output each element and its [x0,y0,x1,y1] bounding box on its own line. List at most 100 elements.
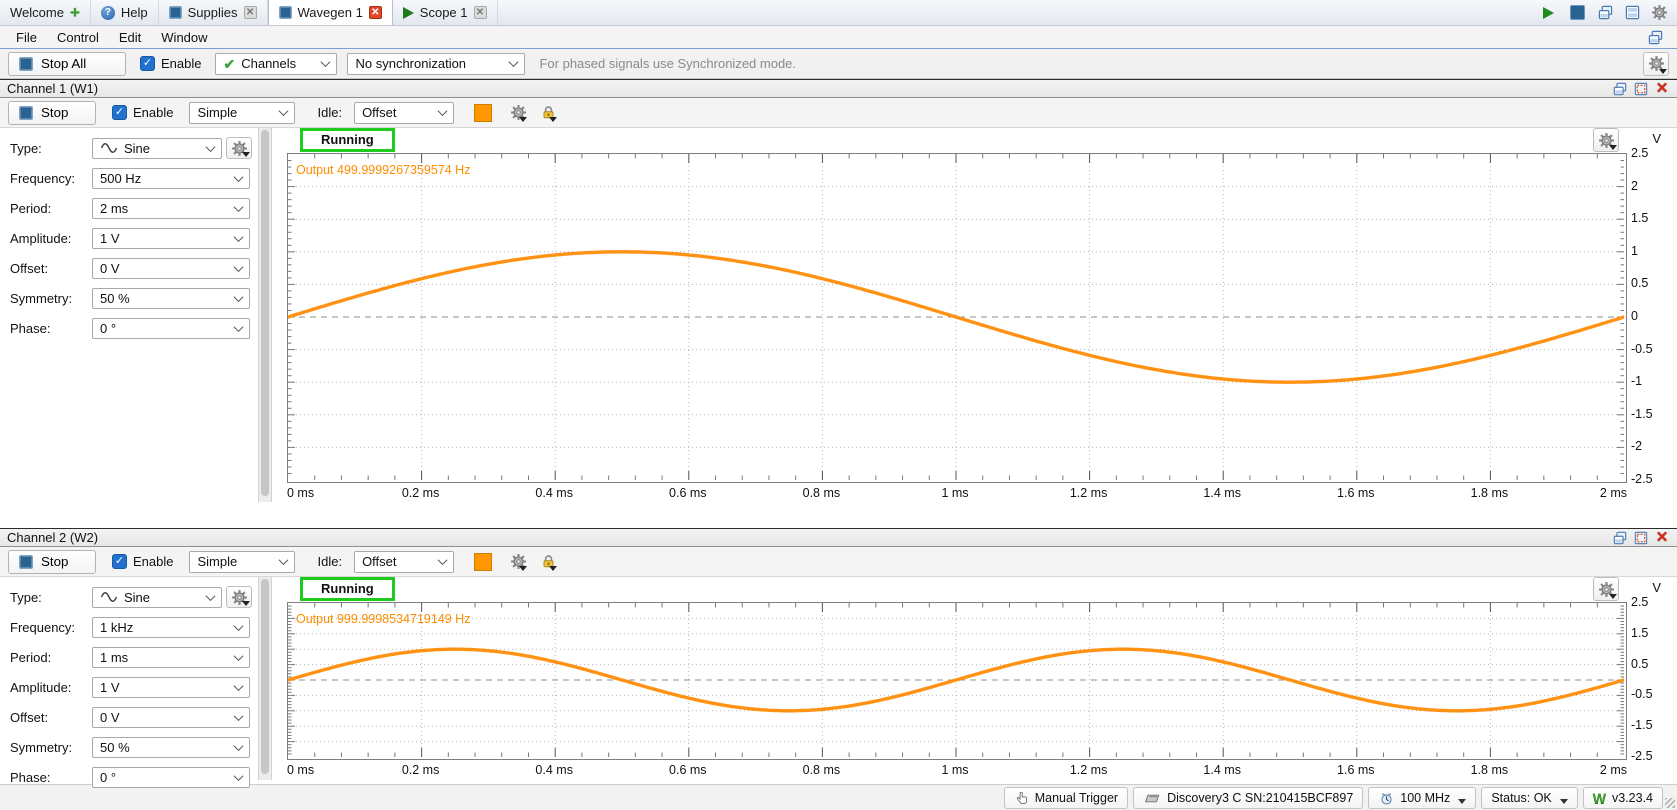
channel-settings-gear-button[interactable] [508,552,528,572]
float-window-icon[interactable] [1612,530,1628,545]
offset-dropdown[interactable]: 0 V [92,707,250,728]
synchronization-dropdown[interactable]: No synchronization [347,53,525,75]
lock-button[interactable] [538,552,558,572]
enable-checkbox[interactable]: ✓ [112,105,127,120]
frequency-dropdown[interactable]: 500 Hz [92,168,250,189]
splitter-handle [261,130,269,496]
panel-splitter[interactable] [258,577,272,780]
idle-value: Offset [362,554,396,569]
field-period: Period: 1 ms [0,647,258,668]
wave-plot-canvas[interactable]: Output 999.9998534719149 Hz [287,602,1627,760]
x-tick-label: 1.6 ms [1337,763,1375,777]
menu-window[interactable]: Window [151,30,217,45]
channel-settings-gear-button[interactable] [508,103,528,123]
lock-button[interactable] [538,103,558,123]
caret-down-icon [519,117,527,122]
close-tab-icon[interactable]: ✕ [244,6,257,19]
clock-frequency-button[interactable]: 100 MHz [1368,787,1476,809]
amplitude-dropdown[interactable]: 1 V [92,228,250,249]
channel-1-mode-dropdown[interactable]: Simple [189,102,295,124]
x-tick-label: 1.2 ms [1070,763,1108,777]
y-tick-label: -1 [1631,374,1642,388]
device-button[interactable]: Discovery3 C SN:210415BCF897 [1133,787,1363,809]
instrument-icon [279,6,292,19]
run-all-button[interactable] [1537,3,1559,23]
symmetry-dropdown[interactable]: 50 % [92,288,250,309]
channel-color-swatch[interactable] [474,104,492,122]
amplitude-dropdown[interactable]: 1 V [92,677,250,698]
resize-grip[interactable] [1665,798,1675,808]
tab-help[interactable]: ? Help [91,0,159,25]
channels-dropdown[interactable]: ✔ Channels [215,53,337,75]
plot-settings-gear-button[interactable] [1593,128,1619,152]
menu-file[interactable]: File [6,30,47,45]
channel-2-idle-dropdown[interactable]: Offset [354,551,454,573]
channel-1-idle-dropdown[interactable]: Offset [354,102,454,124]
close-channel-icon[interactable]: ✕ [1654,530,1670,545]
manual-trigger-button[interactable]: Manual Trigger [1004,787,1128,809]
field-label: Type: [0,590,92,605]
status-button[interactable]: Status: OK [1481,787,1577,809]
tab-supplies[interactable]: Supplies ✕ [159,0,268,25]
enable-checkbox[interactable]: ✓ [140,56,155,71]
type-dropdown[interactable]: Sine [92,587,222,608]
period-dropdown[interactable]: 1 ms [92,647,250,668]
channel-2-mode-dropdown[interactable]: Simple [189,551,295,573]
tab-scope-1[interactable]: Scope 1 ✕ [393,0,498,25]
stop-icon [19,57,33,71]
settings-gear-button[interactable] [1649,3,1669,23]
mode-value: Simple [197,554,237,569]
channel-color-swatch[interactable] [474,553,492,571]
help-icon: ? [101,6,115,20]
tab-welcome[interactable]: Welcome + [0,0,91,25]
phase-dropdown[interactable]: 0 ° [92,767,250,788]
wavegen-options-gear-button[interactable] [1643,52,1669,76]
wave-plot-canvas[interactable]: Output 499.9999267359574 Hz [287,153,1627,483]
x-tick-label: 0.6 ms [669,486,707,500]
close-tab-icon[interactable]: ✕ [369,6,382,19]
maximize-window-icon[interactable] [1633,81,1649,96]
field-amplitude: Amplitude: 1 V [0,677,258,698]
undock-window-icon[interactable] [1645,27,1665,47]
wave-plot-svg [288,603,1624,757]
menu-edit[interactable]: Edit [109,30,151,45]
instrument-icon [169,6,182,19]
phase-dropdown[interactable]: 0 ° [92,318,250,339]
type-settings-gear-button[interactable] [226,586,252,608]
stop-all-button[interactable] [1566,3,1588,23]
offset-dropdown[interactable]: 0 V [92,258,250,279]
tile-windows-button[interactable] [1622,3,1642,23]
period-dropdown[interactable]: 2 ms [92,198,250,219]
x-tick-label: 0.4 ms [535,763,573,777]
y-tick-label: 2.5 [1631,595,1648,609]
type-dropdown[interactable]: Sine [92,138,222,159]
version-button[interactable]: W v3.23.4 [1583,787,1663,809]
close-tab-icon[interactable]: ✕ [474,6,487,19]
check-icon: ✔ [223,57,235,71]
type-settings-gear-button[interactable] [226,137,252,159]
frequency-dropdown[interactable]: 1 kHz [92,617,250,638]
x-tick-label: 1 ms [941,763,968,777]
field-period: Period: 2 ms [0,198,258,219]
channel-1-stop-button[interactable]: Stop [8,101,96,125]
enable-checkbox[interactable]: ✓ [112,554,127,569]
channel-2-stop-button[interactable]: Stop [8,550,96,574]
symmetry-dropdown[interactable]: 50 % [92,737,250,758]
plot-settings-gear-button[interactable] [1593,577,1619,601]
maximize-window-icon[interactable] [1633,530,1649,545]
wavegen-toolbar: Stop All ✓ Enable ✔ Channels No synchron… [0,48,1677,79]
cascade-windows-button[interactable] [1595,3,1615,23]
panel-splitter[interactable] [258,128,272,502]
caret-down-icon [1659,69,1667,74]
field-label: Symmetry: [0,291,92,306]
device-label: Discovery3 C SN:210415BCF897 [1167,791,1353,805]
x-tick-label: 0.4 ms [535,486,573,500]
close-channel-icon[interactable]: ✕ [1654,81,1670,96]
idle-label: Idle: [317,105,342,120]
x-tick-label: 1.4 ms [1203,486,1241,500]
x-tick-label: 0.2 ms [402,763,440,777]
float-window-icon[interactable] [1612,81,1628,96]
menu-control[interactable]: Control [47,30,109,45]
stop-all-button[interactable]: Stop All [8,52,126,76]
tab-wavegen-1[interactable]: Wavegen 1 ✕ [268,0,393,25]
